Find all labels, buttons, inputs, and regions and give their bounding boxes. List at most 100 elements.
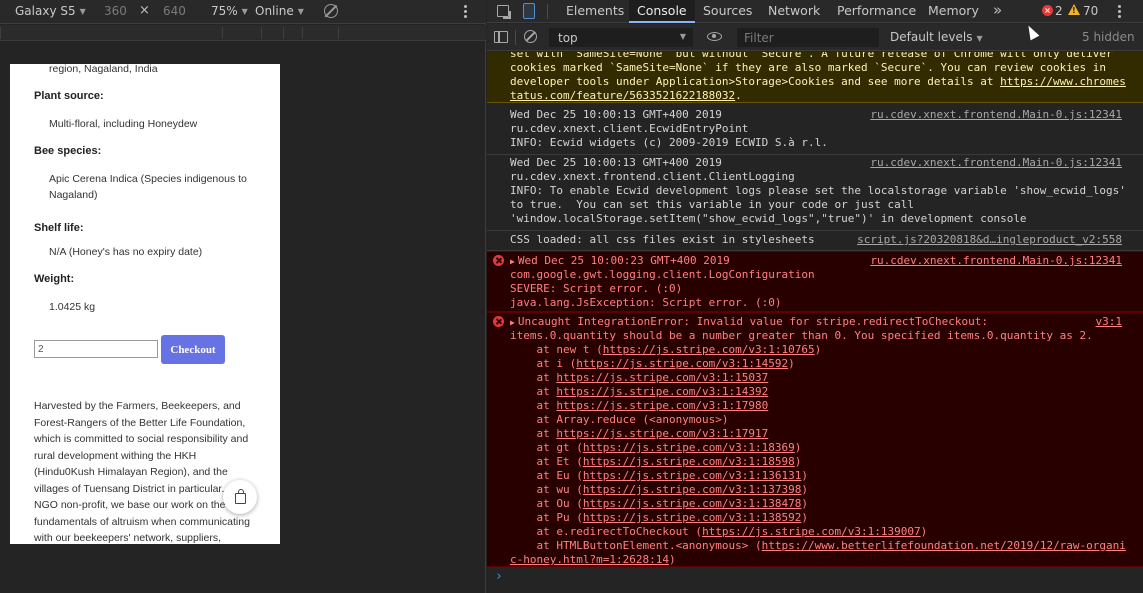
tab-console[interactable]: Console xyxy=(629,0,695,23)
stack-text: at Ou ( xyxy=(510,497,583,510)
log-line: to true. You can set this variable in yo… xyxy=(510,198,914,211)
stack-text: at i ( xyxy=(510,357,577,370)
stack-link[interactable]: https://js.stripe.com/v3:1:138592 xyxy=(583,511,802,524)
log-source-link[interactable]: ru.cdev.xnext.frontend.Main-0.js:12341 xyxy=(870,254,1122,268)
rotate-icon xyxy=(324,4,338,18)
device-emulation-pane: Galaxy S5 ▼ 360 × 640 75% ▼ Online ▼ reg… xyxy=(0,0,486,593)
device-toolbar-icon[interactable] xyxy=(523,3,535,19)
device-options-button[interactable] xyxy=(464,5,467,18)
tab-elements[interactable]: Elements xyxy=(558,0,632,22)
stack-link[interactable]: https://www.betterlifefoundation.net/201… xyxy=(762,539,1126,552)
warning-icon[interactable]: ! xyxy=(1068,4,1080,15)
stack-frame: at Array.reduce (<anonymous>) xyxy=(510,413,729,427)
sidebar-icon[interactable] xyxy=(494,31,508,43)
console-toolbar: top ▼ Filter Default levels ▼ 5 hidden xyxy=(487,24,1143,51)
plant-source-value: Multi-floral, including Honeydew xyxy=(49,118,198,130)
tab-network[interactable]: Network xyxy=(760,0,828,22)
expand-triangle-icon[interactable]: ▶ xyxy=(510,257,515,266)
log-source-link[interactable]: ru.cdev.xnext.frontend.Main-0.js:12341 xyxy=(870,156,1122,170)
stack-link[interactable]: https://js.stripe.com/v3:1:136131 xyxy=(583,469,802,482)
zoom-select[interactable]: 75% ▼ xyxy=(211,4,248,18)
media-query-ruler[interactable] xyxy=(0,25,486,41)
expand-triangle-icon[interactable]: ▶ xyxy=(510,318,515,327)
stack-text: at HTMLButtonElement.<anonymous> ( xyxy=(510,539,762,552)
warning-count[interactable]: 70 xyxy=(1083,4,1098,18)
stack-link[interactable]: https://js.stripe.com/v3:1:18369 xyxy=(583,441,795,454)
clear-console-icon[interactable] xyxy=(524,30,537,43)
log-text: Uncaught IntegrationError: Invalid value… xyxy=(517,315,989,328)
stack-link[interactable]: https://js.stripe.com/v3:1:17980 xyxy=(556,399,768,412)
log-line: ru.cdev.xnext.client.EcwidEntryPoint xyxy=(510,122,749,135)
stack-link[interactable]: c-honey.html?m=1:2628:14 xyxy=(510,553,669,566)
stack-text: ) xyxy=(794,455,802,468)
stack-link[interactable]: https://js.stripe.com/v3:1:137398 xyxy=(583,483,802,496)
log-line: ru.cdev.xnext.frontend.client.ClientLogg… xyxy=(510,170,795,183)
error-icon xyxy=(493,316,504,327)
stack-text: at wu ( xyxy=(510,483,583,496)
network-select[interactable]: Online ▼ xyxy=(255,4,304,18)
error-icon xyxy=(493,255,504,266)
chevron-down-icon: ▼ xyxy=(679,32,686,41)
filter-input[interactable]: Filter xyxy=(737,28,879,47)
log-line: 'window.localStorage.setItem("show_ecwid… xyxy=(510,212,1027,225)
error-icon[interactable]: × xyxy=(1042,5,1053,16)
error-count[interactable]: 2 xyxy=(1055,4,1063,18)
inspect-icon[interactable] xyxy=(497,5,509,17)
device-select[interactable]: Galaxy S5 ▼ xyxy=(15,4,86,18)
stack-link[interactable]: https://js.stripe.com/v3:1:14592 xyxy=(576,357,788,370)
cart-button[interactable] xyxy=(223,480,257,514)
stack-text: at gt ( xyxy=(510,441,583,454)
stack-frame: at https://js.stripe.com/v3:1:17980 xyxy=(510,399,768,413)
stack-frame: at Eu (https://js.stripe.com/v3:1:136131… xyxy=(510,469,808,483)
console-info-message: CSS loaded: all css files exist in style… xyxy=(487,232,1143,251)
log-link[interactable]: https://www.chromes xyxy=(1000,75,1126,88)
stack-link[interactable]: https://js.stripe.com/v3:1:15037 xyxy=(556,371,768,384)
checkout-button[interactable]: Checkout xyxy=(161,335,225,364)
log-source-link[interactable]: ru.cdev.xnext.frontend.Main-0.js:12341 xyxy=(870,108,1122,122)
stack-frame: at i (https://js.stripe.com/v3:1:14592) xyxy=(510,357,794,371)
plant-source-label: Plant source: xyxy=(34,90,104,102)
stack-link[interactable]: https://js.stripe.com/v3:1:17917 xyxy=(556,427,768,440)
tab-sources[interactable]: Sources xyxy=(695,0,760,22)
log-source-link[interactable]: v3:1 xyxy=(1096,315,1123,329)
stack-link[interactable]: https://js.stripe.com/v3:1:18598 xyxy=(583,455,795,468)
console-prompt[interactable]: › xyxy=(495,570,503,584)
bee-species-label: Bee species: xyxy=(34,145,102,157)
stack-text: at Et ( xyxy=(510,455,583,468)
stack-link[interactable]: https://js.stripe.com/v3:1:139007 xyxy=(702,525,921,538)
height-field[interactable]: 640 xyxy=(163,4,186,18)
devtools-panel: Elements Console Sources Network Perform… xyxy=(487,0,1143,593)
stack-text: ) xyxy=(801,483,809,496)
width-field[interactable]: 360 xyxy=(104,4,127,18)
stack-link[interactable]: https://js.stripe.com/v3:1:14392 xyxy=(556,385,768,398)
more-tabs-icon[interactable]: » xyxy=(993,1,1002,19)
rotate-button[interactable] xyxy=(324,4,338,18)
log-line[interactable]: ▶ Wed Dec 25 10:00:23 GMT+400 2019 xyxy=(510,254,730,269)
log-line: Wed Dec 25 10:00:13 GMT+400 2019 xyxy=(510,108,722,121)
stack-text: at xyxy=(510,399,557,412)
eye-icon[interactable] xyxy=(707,32,722,41)
log-line: com.google.gwt.logging.client.LogConfigu… xyxy=(510,268,815,281)
log-source-link[interactable]: script.js?20320818&d…ingleproduct_v2:558 xyxy=(857,233,1122,247)
context-select[interactable]: top ▼ xyxy=(549,28,693,47)
stack-link[interactable]: https://js.stripe.com/v3:1:138478 xyxy=(583,497,802,510)
dimension-separator: × xyxy=(139,3,150,18)
stack-text: at Eu ( xyxy=(510,469,583,482)
tab-performance[interactable]: Performance xyxy=(829,0,924,22)
stack-frame: at https://js.stripe.com/v3:1:14392 xyxy=(510,385,768,399)
quantity-input[interactable] xyxy=(34,340,158,358)
stack-text: at Array.reduce (<anonymous>) xyxy=(510,413,729,426)
log-line: CSS loaded: all css files exist in style… xyxy=(510,233,815,246)
zoom-value: 75% xyxy=(211,4,238,18)
stack-link[interactable]: https://js.stripe.com/v3:1:10765 xyxy=(603,343,815,356)
devtools-menu-button[interactable] xyxy=(1118,5,1121,18)
log-line[interactable]: ▶ Uncaught IntegrationError: Invalid valu… xyxy=(510,315,988,330)
log-link[interactable]: tatus.com/feature/5633521622188032 xyxy=(510,89,735,102)
log-line: tatus.com/feature/5633521622188032. xyxy=(510,89,742,103)
log-levels-select[interactable]: Default levels ▼ xyxy=(890,30,983,44)
stack-text: at new t ( xyxy=(510,343,603,356)
weight-value: 1.0425 kg xyxy=(49,301,96,313)
chevron-down-icon: ▼ xyxy=(241,6,248,16)
tab-memory[interactable]: Memory xyxy=(920,0,987,22)
stack-text: at xyxy=(510,385,557,398)
